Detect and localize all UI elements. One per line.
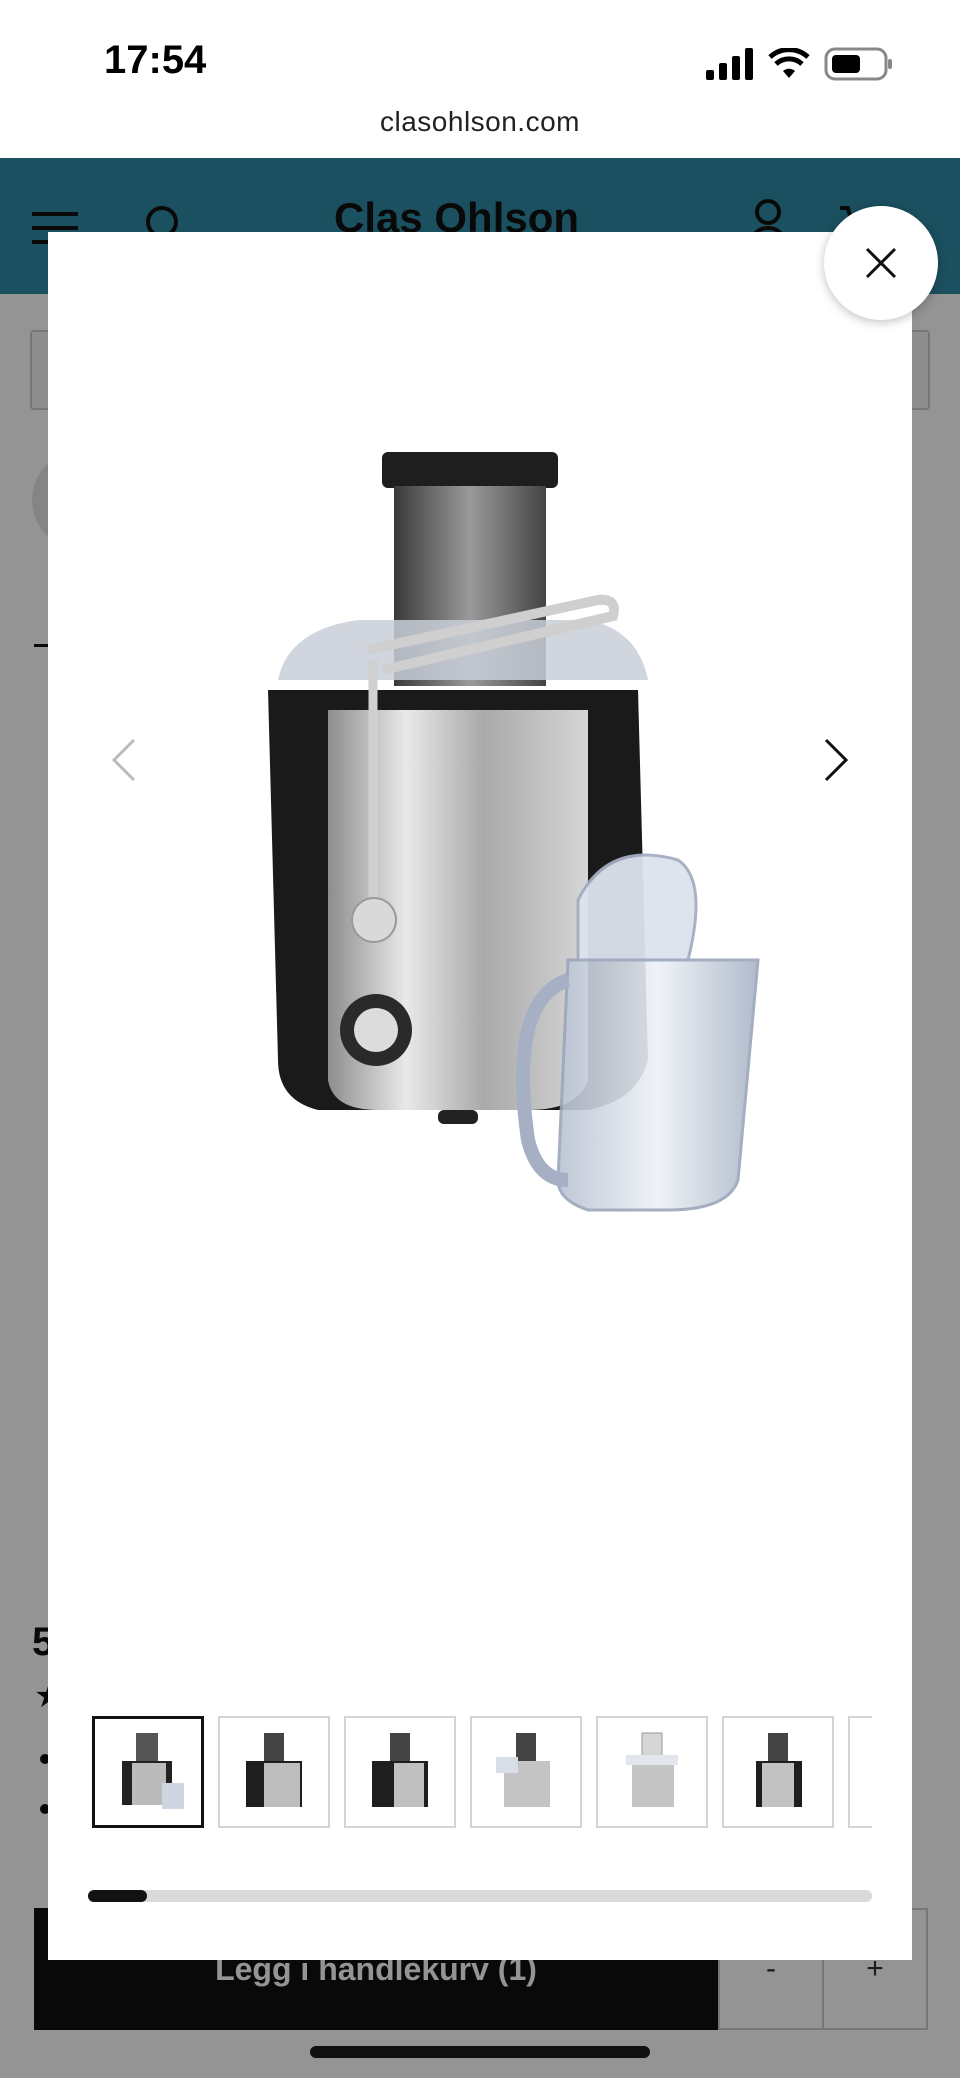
signal-icon: [706, 48, 753, 80]
juicer-thumbnail-icon: [372, 1733, 428, 1807]
thumbnail-5[interactable]: [596, 1716, 708, 1828]
image-gallery-modal: [48, 232, 912, 1960]
status-icons: [706, 44, 894, 84]
browser-url-bar[interactable]: clasohlson.com: [0, 100, 960, 158]
juicer-thumbnail-icon: [756, 1733, 802, 1807]
status-time: 17:54: [104, 38, 207, 82]
thumbnail-7[interactable]: [848, 1716, 872, 1828]
gallery-scroll-progress: [88, 1890, 872, 1902]
thumbnail-4[interactable]: [470, 1716, 582, 1828]
close-gallery-button[interactable]: [824, 206, 938, 320]
juicer-thumbnail-icon: [496, 1733, 550, 1807]
thumbnail-2[interactable]: [218, 1716, 330, 1828]
wifi-icon: [768, 48, 810, 78]
thumbnail-3[interactable]: [344, 1716, 456, 1828]
status-bar: 17:54: [0, 0, 960, 100]
gallery-scroll-progress-fill: [88, 1890, 147, 1902]
previous-image-arrow-icon[interactable]: [96, 730, 156, 790]
juicer-thumbnail-icon: [122, 1733, 184, 1809]
next-image-arrow-icon[interactable]: [804, 730, 864, 790]
close-icon: [865, 247, 897, 279]
juicer-thumbnail-icon: [246, 1733, 302, 1807]
juicer-product-image: [268, 452, 760, 1212]
juicer-thumbnail-icon: [626, 1732, 678, 1807]
url-text: clasohlson.com: [380, 106, 580, 137]
thumbnail-1[interactable]: [92, 1716, 204, 1828]
home-indicator: [310, 2046, 650, 2058]
battery-icon: [824, 47, 892, 81]
thumbnail-6[interactable]: [722, 1716, 834, 1828]
thumbnail-strip[interactable]: [92, 1716, 872, 1830]
